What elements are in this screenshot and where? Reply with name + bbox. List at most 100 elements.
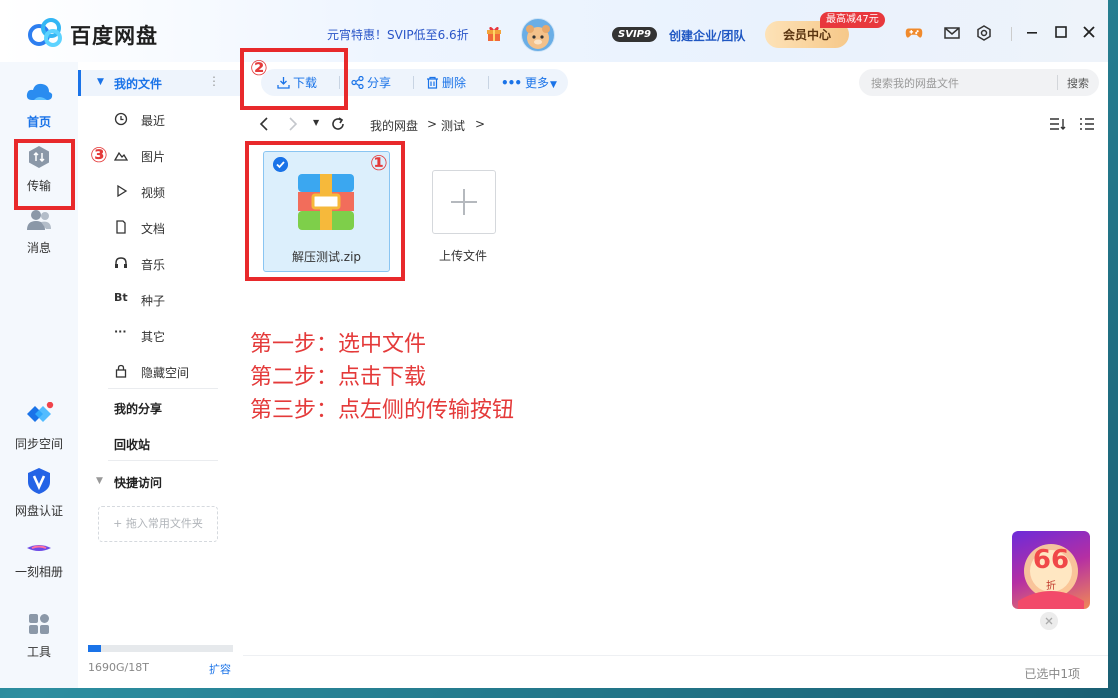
my-files-header[interactable]: ▼ 我的文件 ⋮ bbox=[78, 70, 243, 96]
sidebar-item-label: 种子 bbox=[141, 294, 166, 308]
storage-usage-bar bbox=[88, 645, 233, 652]
breadcrumb-root[interactable]: 我的网盘 bbox=[370, 117, 418, 134]
sidebar-divider bbox=[108, 388, 218, 389]
search-box: 搜索 bbox=[859, 69, 1099, 96]
annotation-marker-1: ① bbox=[370, 151, 388, 175]
nav-tools[interactable]: 工具 bbox=[0, 612, 78, 660]
nav-message[interactable]: 消息 bbox=[0, 208, 78, 256]
file-toolbar: 下载 分享 删除 ••• 更多▼ bbox=[261, 69, 568, 96]
quick-access-caret-icon[interactable]: ▼ bbox=[96, 476, 103, 486]
sidebar-item-label: 视频 bbox=[141, 186, 166, 200]
minimize-icon[interactable] bbox=[1024, 24, 1040, 40]
document-icon bbox=[116, 220, 126, 234]
storage-usage-text: 1690G/18T bbox=[88, 661, 149, 674]
more-vertical-icon[interactable]: ⋮ bbox=[208, 74, 220, 88]
sidebar-item-recycle-bin[interactable]: 回收站 bbox=[114, 436, 150, 453]
close-promo-icon[interactable] bbox=[1040, 612, 1058, 630]
maximize-icon[interactable] bbox=[1053, 24, 1069, 40]
breadcrumb-separator: > bbox=[475, 117, 486, 131]
more-actions-button[interactable]: ••• 更多▼ bbox=[501, 74, 557, 92]
baidu-netdisk-logo-icon bbox=[28, 18, 62, 47]
game-controller-icon[interactable] bbox=[905, 24, 923, 42]
upload-file-button[interactable] bbox=[432, 170, 496, 234]
gift-icon[interactable] bbox=[485, 24, 503, 42]
nav-home[interactable]: 首页 bbox=[0, 80, 78, 130]
annotation-marker-2: ② bbox=[250, 56, 268, 80]
download-label: 下载 bbox=[293, 76, 318, 90]
nav-verify[interactable]: 网盘认证 bbox=[0, 467, 78, 519]
toolbar-divider bbox=[413, 76, 414, 89]
sidebar-item-label: 文档 bbox=[141, 222, 166, 236]
settings-icon[interactable] bbox=[975, 24, 993, 42]
video-icon bbox=[117, 184, 128, 198]
my-files-label: 我的文件 bbox=[114, 77, 163, 91]
discount-tag: 最高减47元 bbox=[820, 12, 885, 28]
toolbar-divider bbox=[339, 76, 340, 89]
trash-icon bbox=[427, 76, 438, 89]
caret-down-icon[interactable]: ▼ bbox=[97, 77, 104, 87]
nav-transfer-label: 传输 bbox=[26, 179, 51, 193]
sync-space-icon bbox=[27, 401, 54, 422]
svip-promo-link[interactable]: 元宵特惠！SVIP低至6.6折 bbox=[327, 26, 469, 43]
search-divider bbox=[1057, 75, 1058, 90]
sidebar-item-label: 音乐 bbox=[141, 258, 166, 272]
share-label: 分享 bbox=[367, 76, 392, 90]
title-bar: 百度网盘 元宵特惠！SVIP低至6.6折 SVIP9 创建企业/团队 会员中心 … bbox=[0, 0, 1108, 62]
checkbox-checked-icon[interactable] bbox=[273, 157, 288, 172]
sidebar-item-label: 最近 bbox=[141, 114, 166, 128]
back-arrow-icon[interactable] bbox=[258, 117, 270, 131]
clock-icon bbox=[114, 112, 128, 126]
breadcrumb-current[interactable]: 测试 bbox=[441, 117, 465, 134]
status-bar: 已选中1项 bbox=[243, 655, 1108, 688]
share-button[interactable]: 分享 bbox=[351, 74, 391, 92]
forward-arrow-icon[interactable] bbox=[287, 117, 299, 131]
breadcrumb-separator: > bbox=[427, 117, 438, 131]
bt-icon: Bt bbox=[114, 291, 128, 304]
more-dots-icon: ••• bbox=[501, 76, 522, 90]
close-icon[interactable] bbox=[1081, 24, 1097, 40]
image-icon bbox=[114, 151, 128, 161]
sidebar-item-my-share[interactable]: 我的分享 bbox=[114, 400, 162, 417]
app-title: 百度网盘 bbox=[70, 24, 158, 48]
share-icon bbox=[351, 76, 364, 89]
create-enterprise-link[interactable]: 创建企业/团队 bbox=[669, 27, 745, 44]
instruction-step-3: 第三步：点左侧的传输按钮 bbox=[250, 398, 515, 423]
titlebar-divider bbox=[1011, 27, 1012, 41]
sort-icon[interactable] bbox=[1049, 117, 1067, 131]
mail-icon[interactable] bbox=[943, 24, 961, 42]
nav-sync-space[interactable]: 同步空间 bbox=[0, 401, 78, 452]
zip-archive-icon bbox=[298, 174, 354, 230]
expand-storage-link[interactable]: 扩容 bbox=[209, 661, 231, 677]
sidebar-item-label: 隐藏空间 bbox=[141, 366, 190, 380]
toolbar-divider bbox=[488, 76, 489, 89]
nav-album-label: 一刻相册 bbox=[14, 565, 63, 579]
nav-album[interactable]: 一刻相册 bbox=[0, 540, 78, 580]
history-dropdown-icon[interactable]: ▼ bbox=[313, 118, 319, 127]
upload-file-label: 上传文件 bbox=[438, 249, 487, 263]
quick-access-drop-zone[interactable]: + 拖入常用文件夹 bbox=[98, 506, 218, 542]
left-nav: 首页 传输 消息 同步空间 网盘认证 一刻相册 工具 bbox=[0, 62, 78, 688]
search-input[interactable] bbox=[869, 74, 1053, 93]
delete-button[interactable]: 删除 bbox=[426, 74, 466, 92]
user-avatar[interactable] bbox=[521, 18, 555, 52]
transfer-icon bbox=[29, 146, 49, 168]
instruction-step-2: 第二步：点击下载 bbox=[250, 365, 427, 390]
caret-down-icon: ▼ bbox=[550, 80, 557, 90]
list-view-icon[interactable] bbox=[1079, 117, 1095, 131]
nav-sync-space-label: 同步空间 bbox=[14, 437, 63, 451]
refresh-icon[interactable] bbox=[331, 117, 345, 131]
cloud-home-icon bbox=[26, 83, 53, 100]
search-button[interactable]: 搜索 bbox=[1067, 75, 1089, 91]
bear-avatar-icon bbox=[526, 25, 550, 49]
nav-tools-label: 工具 bbox=[26, 645, 51, 659]
message-icon bbox=[27, 210, 51, 230]
quick-access-header[interactable]: 快捷访问 bbox=[114, 474, 162, 491]
discount-promo-badge[interactable]: 66 折 bbox=[1012, 531, 1090, 609]
download-button[interactable]: 下载 bbox=[277, 74, 317, 92]
storage-usage-fill bbox=[88, 645, 102, 652]
nav-verify-label: 网盘认证 bbox=[14, 504, 63, 518]
nav-transfer[interactable]: 传输 bbox=[0, 144, 78, 194]
discount-suffix: 折 bbox=[1046, 581, 1056, 592]
discount-value: 66 bbox=[1032, 545, 1070, 575]
lock-icon bbox=[115, 364, 127, 378]
